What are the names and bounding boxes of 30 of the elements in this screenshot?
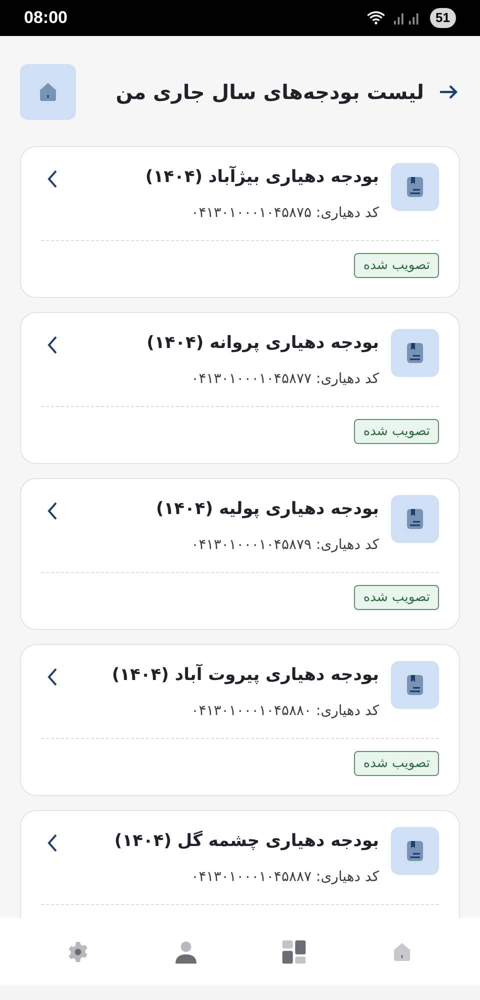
budget-icon: [391, 661, 439, 709]
page-title: لیست بودجه‌های سال جاری من: [116, 79, 424, 106]
budget-icon: [391, 163, 439, 211]
village-code: کد دهیاری: ۰۴۱۳۰۱۰۰۰۱۰۴۵۸۸۷: [190, 868, 379, 886]
status-badge: تصویب شده: [354, 418, 439, 444]
budget-card[interactable]: بودجه دهیاری پیروت آباد (۱۴۰۴) کد دهیاری: ۰۴۱۳۰۱۰۰۰۱۰۴۵۸۸۰ تصویب شده: [20, 644, 460, 796]
budget-title: بودجه دهیاری چشمه گل (۱۴۰۴): [113, 830, 379, 853]
dashboard-icon: [280, 938, 308, 966]
status-time: 08:00: [24, 7, 68, 30]
budget-icon: [391, 329, 439, 377]
budget-title: بودجه دهیاری پولیه (۱۴۰۴): [154, 498, 379, 521]
budget-icon: [391, 827, 439, 875]
village-code: کد دهیاری: ۰۴۱۳۰۱۰۰۰۱۰۴۵۸۷۵: [190, 204, 379, 222]
budget-title: بودجه دهیاری پروانه (۱۴۰۴): [146, 332, 379, 355]
budget-title: بودجه دهیاری بیژآباد (۱۴۰۴): [144, 165, 379, 189]
wifi-icon: [366, 10, 386, 26]
budget-card[interactable]: بودجه دهیاری چشمه گل (۱۴۰۴) کد دهیاری: ۰۴۱۳۰۱۰۰۰۱۰۴۵۸۸۷: [20, 810, 460, 918]
settings-icon: [66, 940, 90, 964]
budget-card[interactable]: بودجه دهیاری پولیه (۱۴۰۴) کد دهیاری: ۰۴۱۳۰۱۰۰۰۱۰۴۵۸۷۹ تصویب شده: [20, 478, 460, 630]
village-code: کد دهیاری: ۰۴۱۳۰۱۰۰۰۱۰۴۵۸۷۷: [190, 370, 379, 388]
status-badge: تصویب شده: [354, 750, 439, 776]
status-badge: تصویب شده: [354, 584, 439, 610]
budget-card[interactable]: بودجه دهیاری پروانه (۱۴۰۴) کد دهیاری: ۰۴۱۳۰۱۰۰۰۱۰۴۵۸۷۷ تصویب شده: [20, 312, 460, 464]
status-badge: تصویب شده: [354, 252, 439, 278]
battery-level: 51: [430, 8, 456, 28]
budget-icon: [391, 495, 439, 543]
budget-title: بودجه دهیاری پیروت آباد (۱۴۰۴): [110, 663, 379, 687]
budget-card[interactable]: بودجه دهیاری بیژآباد (۱۴۰۴) کد دهیاری: ۰۴۱۳۰۱۰۰۰۱۰۴۵۸۷۵ تصویب شده: [20, 146, 460, 298]
village-code: کد دهیاری: ۰۴۱۳۰۱۰۰۰۱۰۴۵۸۷۹: [190, 536, 379, 554]
village-code: کد دهیاری: ۰۴۱۳۰۱۰۰۰۱۰۴۵۸۸۰: [190, 702, 379, 720]
